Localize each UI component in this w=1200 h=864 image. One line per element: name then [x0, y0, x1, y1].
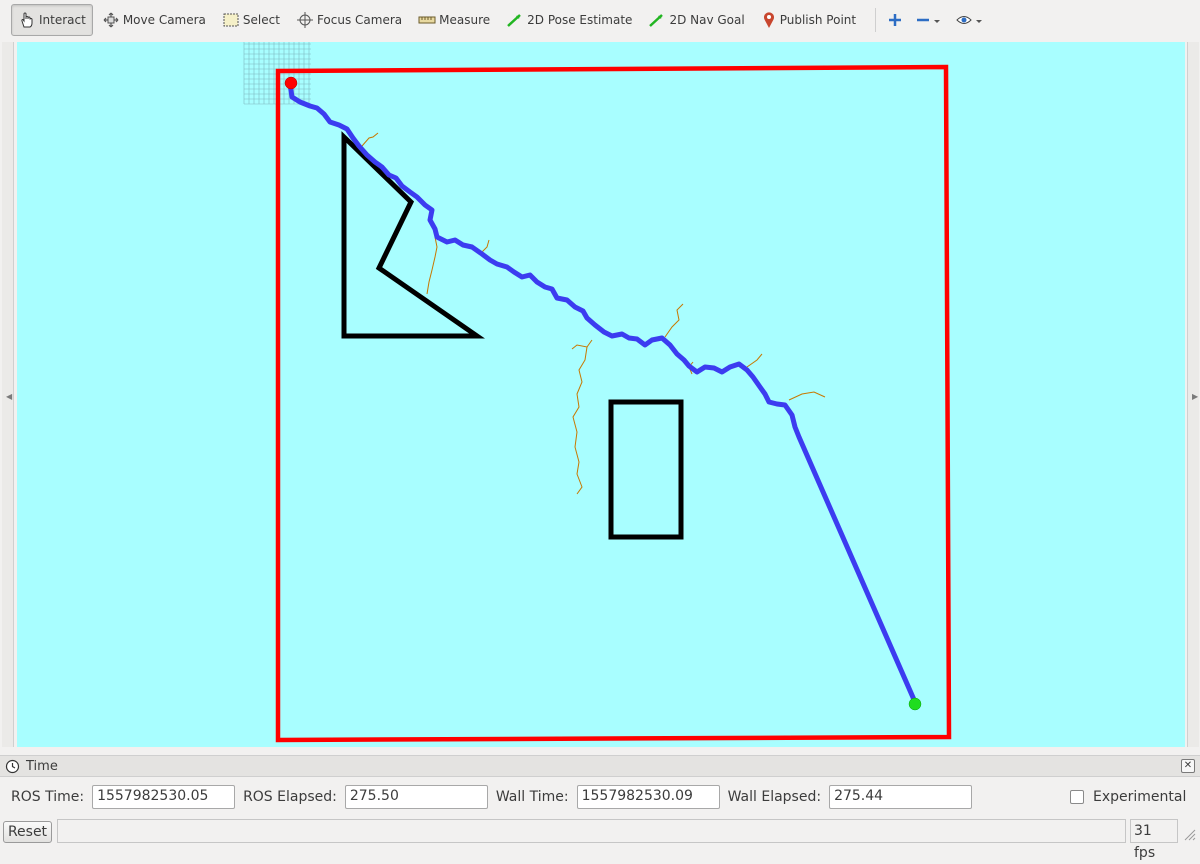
start-marker [284, 76, 298, 90]
right-dock-handle[interactable]: ▶ [1187, 42, 1199, 747]
select-tool-button[interactable]: Select [215, 4, 287, 36]
right-arrow-icon: ▶ [1192, 392, 1199, 401]
move-camera-icon [103, 12, 119, 28]
wall-elapsed-label: Wall Elapsed: [727, 789, 822, 805]
status-bar: Reset 31 fps [0, 817, 1200, 861]
focus-camera-label: Focus Camera [316, 13, 403, 27]
3d-viewport[interactable] [17, 42, 1185, 747]
map-scene [243, 42, 952, 743]
resize-grip-icon[interactable] [1182, 827, 1196, 841]
experimental-label: Experimental [1093, 789, 1187, 805]
wall-elapsed-field[interactable]: 275.44 [829, 785, 973, 809]
ros-time-label: ROS Time: [11, 789, 85, 805]
rectangle-obstacle [608, 399, 684, 540]
interact-tool-button[interactable]: Interact [11, 4, 93, 36]
nav-goal-tool-button[interactable]: 2D Nav Goal [641, 4, 751, 36]
status-message [57, 819, 1126, 843]
publish-point-label: Publish Point [779, 13, 857, 27]
ruler-icon [418, 16, 436, 24]
clock-icon [5, 759, 20, 773]
measure-label: Measure [439, 13, 491, 27]
wall-time-field[interactable]: 1557982530.09 [576, 785, 720, 809]
time-panel: ROS Time: 1557982530.05 ROS Elapsed: 275… [0, 779, 1200, 815]
wall-time-label: Wall Time: [495, 789, 569, 805]
publish-point-tool-button[interactable]: Publish Point [754, 4, 863, 36]
experimental-option[interactable]: Experimental [1070, 789, 1186, 805]
close-icon[interactable]: ✕ [1181, 759, 1195, 773]
ros-time-field[interactable]: 1557982530.05 [92, 785, 236, 809]
experimental-checkbox[interactable] [1070, 790, 1084, 804]
plus-icon [889, 14, 902, 26]
fps-readout: 31 fps [1130, 819, 1178, 861]
left-dock-handle[interactable]: ◀ [2, 42, 14, 747]
time-panel-header: Time ✕ [0, 755, 1200, 777]
select-icon [223, 13, 239, 27]
measure-tool-button[interactable]: Measure [411, 4, 497, 36]
view-options-button[interactable] [956, 13, 984, 27]
toolbar: Interact Move Camera Select Focus Camera… [0, 0, 1200, 40]
hand-icon [21, 12, 33, 28]
left-arrow-icon: ◀ [6, 392, 13, 401]
minus-icon [917, 18, 941, 23]
time-panel-title: Time [26, 758, 58, 774]
crosshair-icon [296, 12, 313, 28]
toolbar-separator [875, 8, 877, 32]
rrt-tree [361, 132, 826, 495]
reset-button[interactable]: Reset [3, 821, 52, 843]
goal-marker [908, 697, 922, 711]
pose-estimate-tool-button[interactable]: 2D Pose Estimate [499, 4, 639, 36]
pose-estimate-label: 2D Pose Estimate [527, 13, 633, 27]
remove-tool-button[interactable] [916, 13, 942, 27]
move-camera-label: Move Camera [122, 13, 206, 27]
ros-elapsed-field[interactable]: 275.50 [344, 785, 488, 809]
triangle-obstacle [341, 131, 485, 339]
green-arrow-icon [507, 14, 521, 27]
map-pin-icon [763, 12, 774, 28]
green-arrow-icon [649, 14, 664, 27]
nav-goal-label: 2D Nav Goal [669, 13, 745, 27]
add-tool-button[interactable] [888, 13, 902, 27]
ros-elapsed-label: ROS Elapsed: [243, 789, 337, 805]
eye-icon [956, 16, 983, 24]
focus-camera-tool-button[interactable]: Focus Camera [289, 4, 409, 36]
interact-label: Interact [39, 13, 86, 27]
select-label: Select [242, 13, 280, 27]
move-camera-tool-button[interactable]: Move Camera [95, 4, 213, 36]
